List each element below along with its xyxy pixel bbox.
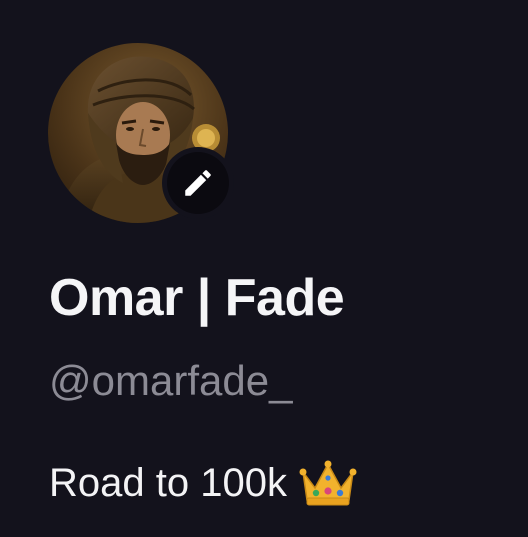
edit-button-circle	[167, 152, 229, 214]
crown-icon	[299, 458, 357, 508]
edit-avatar-button[interactable]	[162, 147, 234, 219]
username-handle: @omarfade_	[49, 357, 293, 404]
pencil-icon	[185, 170, 211, 196]
display-name: Omar | Fade	[49, 269, 345, 327]
bio: Road to 100k	[49, 458, 357, 508]
avatar-container	[48, 43, 234, 223]
bio-text: Road to 100k	[49, 460, 287, 505]
profile-header: Omar | Fade @omarfade_ Road to 100k	[0, 0, 528, 537]
